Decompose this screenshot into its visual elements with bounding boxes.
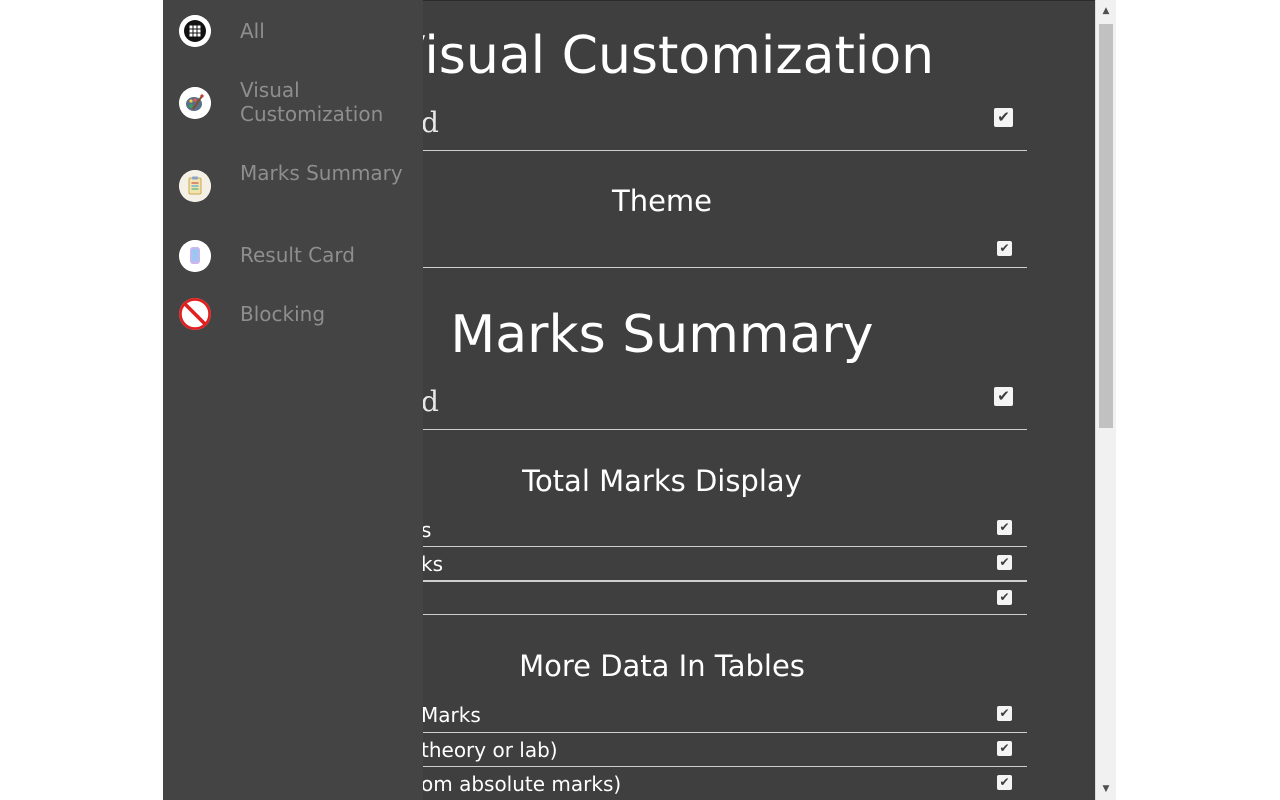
block-icon bbox=[179, 298, 211, 330]
total-marks-option-checkbox[interactable]: ✔ bbox=[997, 590, 1012, 605]
sidebar: All Visual Customization Marks Summary R… bbox=[163, 0, 423, 800]
grid-icon bbox=[179, 15, 211, 47]
vertical-scrollbar[interactable]: ▲ ▼ bbox=[1095, 0, 1116, 800]
marks-enabled-label: d bbox=[421, 385, 439, 418]
sidebar-item-blocking[interactable]: Blocking bbox=[163, 298, 423, 332]
scroll-thumb[interactable] bbox=[1099, 24, 1113, 428]
divider bbox=[403, 580, 1027, 582]
total-marks-option-label: ks bbox=[421, 552, 444, 576]
tables-option-label: om absolute marks) bbox=[421, 772, 622, 796]
tables-option-checkbox[interactable]: ✔ bbox=[997, 741, 1012, 756]
divider bbox=[403, 429, 1027, 430]
divider bbox=[403, 267, 1027, 268]
divider bbox=[403, 732, 1027, 733]
tables-option-checkbox[interactable]: ✔ bbox=[997, 775, 1012, 790]
theme-checkbox[interactable]: ✔ bbox=[997, 241, 1012, 256]
card-icon bbox=[179, 240, 211, 272]
marks-enabled-checkbox[interactable]: ✔ bbox=[994, 387, 1013, 406]
sidebar-item-label: Marks Summary bbox=[240, 161, 403, 185]
scroll-down-arrow-icon[interactable]: ▼ bbox=[1096, 778, 1116, 800]
sidebar-item-label: Blocking bbox=[240, 302, 326, 326]
sidebar-item-label: Result Card bbox=[240, 243, 355, 267]
sidebar-item-label: Visual Customization bbox=[240, 78, 384, 126]
scroll-up-arrow-icon[interactable]: ▲ bbox=[1096, 0, 1116, 22]
divider bbox=[403, 150, 1027, 151]
extension-popup: Visual Customization d ✔ Theme ✔ Marks S… bbox=[163, 0, 1116, 800]
visual-enabled-label: d bbox=[421, 106, 439, 139]
total-marks-option-checkbox[interactable]: ✔ bbox=[997, 555, 1012, 570]
sidebar-item-visual-customization[interactable]: Visual Customization bbox=[163, 78, 423, 128]
total-marks-option-checkbox[interactable]: ✔ bbox=[997, 520, 1012, 535]
sidebar-item-all[interactable]: All bbox=[163, 15, 423, 49]
clipboard-icon bbox=[179, 170, 211, 202]
sidebar-item-marks-summary[interactable]: Marks Summary bbox=[163, 161, 423, 211]
sidebar-item-label: All bbox=[240, 19, 265, 43]
sidebar-item-result-card[interactable]: Result Card bbox=[163, 240, 423, 274]
divider bbox=[403, 766, 1027, 767]
divider bbox=[403, 614, 1027, 615]
tables-option-label: theory or lab) bbox=[421, 738, 558, 762]
palette-icon bbox=[179, 87, 211, 119]
tables-option-label: Marks bbox=[421, 703, 481, 727]
divider bbox=[403, 546, 1027, 547]
visual-enabled-checkbox[interactable]: ✔ bbox=[994, 108, 1013, 127]
tables-option-checkbox[interactable]: ✔ bbox=[997, 706, 1012, 721]
